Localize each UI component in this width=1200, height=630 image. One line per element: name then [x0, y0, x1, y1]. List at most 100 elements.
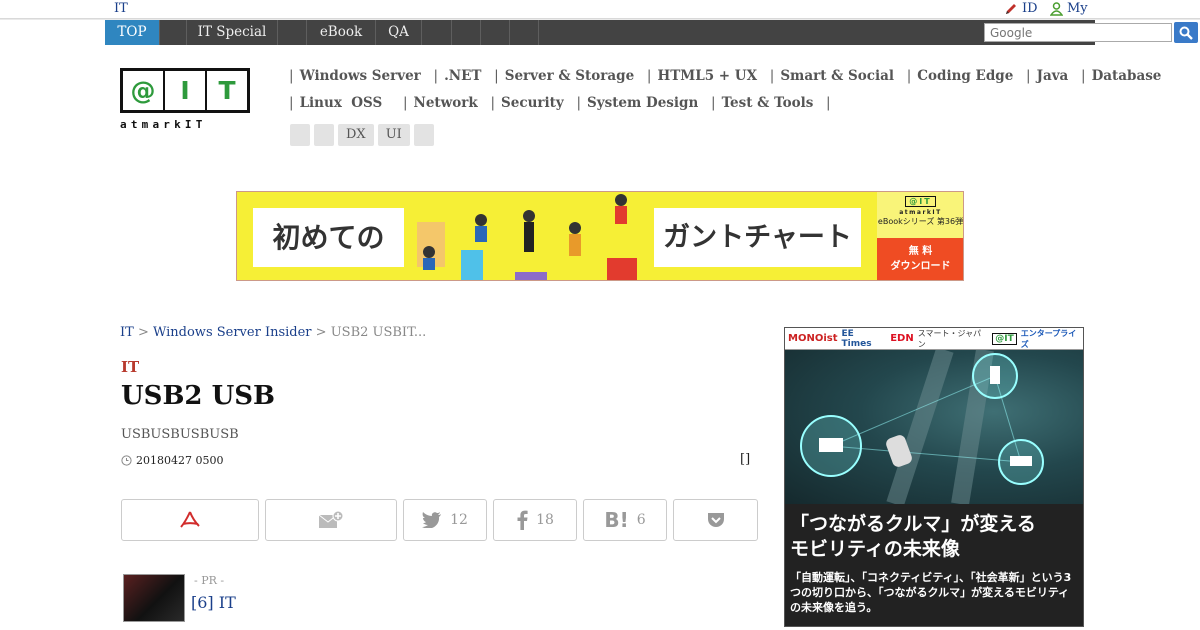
nav-tab-8[interactable]	[452, 20, 481, 45]
logo-mark-i: I	[165, 71, 207, 110]
twitter-icon	[422, 512, 442, 528]
logo-mark-at: @	[123, 71, 165, 110]
ebook-banner-ad[interactable]: 初めての ガントチャート @IT atmarkIT eBookシリーズ 第36弾…	[236, 191, 964, 281]
search-input[interactable]	[984, 23, 1172, 42]
nav-tab-9[interactable]	[481, 20, 510, 45]
nav-tab-it-special[interactable]: IT Special	[187, 20, 278, 45]
tag-button[interactable]	[413, 124, 434, 146]
pdf-button[interactable]	[121, 499, 259, 541]
pr-thumbnail	[123, 574, 185, 622]
ad-car-illustration	[785, 347, 1083, 507]
hatena-icon: B!	[604, 508, 629, 532]
breadcrumb-current: USB2 USBIT...	[330, 325, 427, 340]
brand-edn: EDN	[890, 333, 914, 344]
banner-series-text: eBookシリーズ 第36弾	[877, 217, 964, 226]
category-link[interactable]: Smart & Social	[780, 68, 894, 84]
banner-logo-wordmark: atmarkIT	[899, 209, 942, 216]
nav-tab-top[interactable]: TOP	[105, 20, 160, 45]
logo-mark-t: T	[218, 76, 236, 105]
category-row-1: | Windows Server | .NET | Server & Storage …	[289, 68, 1162, 84]
tag-button[interactable]	[314, 124, 334, 146]
breadcrumb: IT > Windows Server Insider > USB2 USBIT…	[120, 325, 427, 340]
banner-right-text: ガントチャート	[654, 208, 861, 267]
pdf-icon	[180, 511, 200, 528]
facebook-count: 18	[536, 512, 554, 528]
category-link[interactable]: Linux OSS	[300, 95, 383, 111]
ad-brand-bar: MONOist EE Times EDN スマート・ジャパン @IT エンタープ…	[785, 328, 1083, 350]
banner-left-text: 初めての	[253, 208, 404, 267]
category-link[interactable]: Security	[501, 95, 564, 111]
hatena-count: 6	[636, 512, 646, 528]
article-subtitle: USBUSBUSBUSB	[121, 427, 239, 442]
category-link[interactable]: HTML5 + UX	[657, 68, 757, 84]
nav-tab-qa[interactable]: QA	[376, 20, 422, 45]
site-logo[interactable]: @ I T atmarkIT	[120, 68, 250, 132]
mail-button[interactable]	[265, 499, 397, 541]
date-text: 20180427 0500	[136, 454, 224, 467]
article-category-label: IT	[121, 358, 140, 376]
nav-tab-ebook[interactable]: eBook	[307, 20, 376, 45]
id-label: ID	[1022, 1, 1038, 16]
nav-tab-10[interactable]	[510, 20, 539, 45]
pr-link[interactable]: [6] IT	[191, 593, 236, 612]
tag-button-ui[interactable]: UI	[377, 124, 410, 146]
twitter-count: 12	[450, 512, 468, 528]
brand-enterprise: エンタープライズ	[1020, 328, 1077, 349]
twitter-share-button[interactable]: 12	[403, 499, 487, 541]
pr-label: - PR -	[194, 574, 225, 587]
category-link[interactable]: Test & Tools	[722, 95, 814, 111]
ad-headline-1: 「つながるクルマ」が変える	[790, 513, 1036, 535]
category-link[interactable]: Windows Server	[300, 68, 421, 84]
category-link[interactable]: System Design	[587, 95, 698, 111]
search-button[interactable]	[1174, 22, 1198, 43]
tag-button[interactable]	[290, 124, 310, 146]
category-link[interactable]: Server & Storage	[505, 68, 634, 84]
facebook-icon	[517, 510, 528, 530]
brand-monoist: MONOist	[788, 333, 838, 344]
category-link[interactable]: Java	[1037, 68, 1069, 84]
banner-download-box: @IT atmarkIT eBookシリーズ 第36弾 無 料 ダウンロード	[877, 192, 964, 280]
clock-icon	[121, 455, 132, 466]
ad-copy: 「つながるクルマ」が変える モビリティの未来像 「自動運転」、「コネクティビティ…	[785, 504, 1083, 626]
category-link[interactable]: Database	[1092, 68, 1162, 84]
id-link[interactable]: ID	[1004, 1, 1038, 16]
tag-button-dx[interactable]: DX	[338, 124, 374, 146]
nav-tab-2[interactable]	[160, 20, 187, 45]
banner-logo: @IT	[905, 196, 936, 207]
my-link[interactable]: My	[1050, 1, 1088, 16]
ad-body: 「自動運転」、「コネクティビティ」、「社会革新」という3つの切り口から、「つなが…	[790, 571, 1072, 614]
search-icon	[1179, 26, 1193, 40]
tag-row: DX UI	[290, 124, 434, 146]
top-strip: IT ID My	[0, 0, 1200, 18]
nav-tab-4[interactable]	[278, 20, 307, 45]
article-date: 20180427 0500	[121, 454, 223, 467]
brand-atit: @IT	[992, 332, 1017, 345]
banner-people-illustration	[417, 194, 637, 280]
author-link[interactable]: []	[740, 452, 750, 467]
facebook-share-button[interactable]: 18	[493, 499, 577, 541]
category-row-2: | Linux OSS | Network | Security | System De…	[289, 95, 831, 111]
pocket-button[interactable]	[673, 499, 758, 541]
category-link[interactable]: Coding Edge	[917, 68, 1013, 84]
breadcrumb-section[interactable]: Windows Server Insider	[153, 325, 312, 340]
main-nav: TOP IT Special eBook QA	[105, 20, 1198, 45]
nav-tab-7[interactable]	[422, 20, 452, 45]
side-ad[interactable]: MONOist EE Times EDN スマート・ジャパン @IT エンタープ…	[784, 327, 1084, 627]
logo-mark: @ I T	[120, 68, 250, 113]
category-link[interactable]: Network	[414, 95, 478, 111]
brand-eetimes: EE Times	[841, 328, 872, 349]
page-title: USB2 USB	[121, 381, 275, 411]
banner-free-download[interactable]: 無 料 ダウンロード	[877, 238, 963, 280]
my-label: My	[1067, 1, 1088, 16]
ad-headline-2: モビリティの未来像	[790, 538, 960, 560]
category-link[interactable]: .NET	[444, 68, 481, 84]
brand-smartjapan: スマート・ジャパン	[917, 328, 982, 349]
pr-item[interactable]: - PR - [6] IT	[123, 574, 523, 622]
user-icon	[1050, 1, 1063, 16]
pencil-icon	[1006, 3, 1016, 14]
hatena-share-button[interactable]: B! 6	[583, 499, 667, 541]
breadcrumb-home[interactable]: IT	[120, 325, 134, 340]
logo-wordmark: atmarkIT	[120, 118, 207, 131]
site-home-link[interactable]: IT	[114, 1, 128, 16]
pocket-icon	[707, 513, 724, 527]
